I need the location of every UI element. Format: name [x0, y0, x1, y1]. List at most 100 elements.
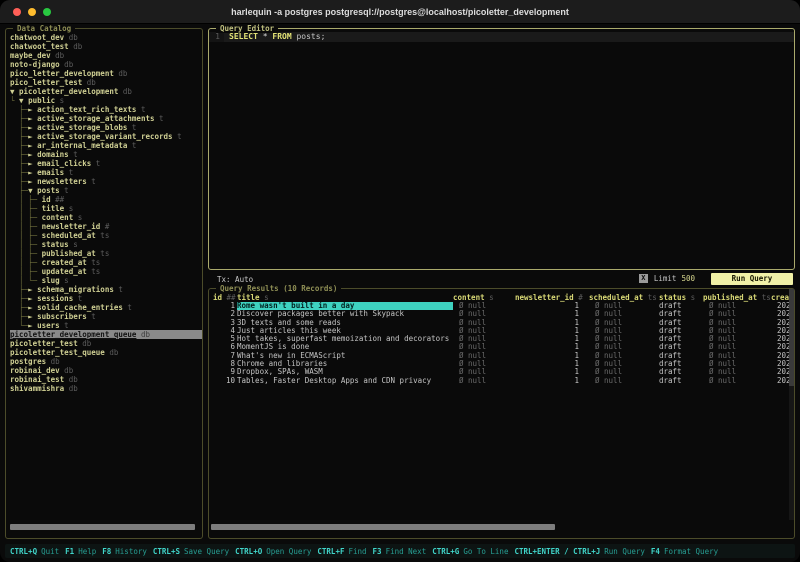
catalog-item-title[interactable]: │ ├─ title s	[10, 204, 202, 213]
catalog-item-pico_letter_development[interactable]: pico_letter_development db	[10, 69, 202, 78]
cell[interactable]: Ø null	[703, 327, 771, 335]
cell[interactable]: Ø null	[453, 368, 515, 376]
cell[interactable]: Ø null	[589, 327, 659, 335]
cell[interactable]: draft	[659, 377, 703, 385]
cell[interactable]: Rome wasn't built in a day	[237, 302, 453, 310]
query-editor-body[interactable]: 1 SELECT * FROM posts;	[209, 29, 794, 42]
cell[interactable]: Hot takes, superfast memoization and dec…	[237, 335, 453, 343]
cell[interactable]: 7	[213, 352, 237, 360]
cell[interactable]: Ø null	[453, 319, 515, 327]
results-vertical-scrollbar[interactable]	[789, 289, 794, 520]
catalog-item-pico_letter_test[interactable]: pico_letter_test db	[10, 78, 202, 87]
shortcut-help[interactable]: F1Help	[65, 547, 96, 556]
catalog-item-created_at[interactable]: │ ├─ created_at ts	[10, 258, 202, 267]
query-editor-panel[interactable]: Query Editor 1 SELECT * FROM posts;	[208, 28, 795, 270]
table-row[interactable]: 8Chrome and librariesØ null1Ø nulldraftØ…	[213, 360, 794, 368]
catalog-item-robinai_dev[interactable]: robinai_dev db	[10, 366, 202, 375]
cell[interactable]: Ø null	[453, 343, 515, 351]
catalog-item-posts[interactable]: ├─▼ posts t	[10, 186, 202, 195]
shortcut-find-next[interactable]: F3Find Next	[373, 547, 427, 556]
cell[interactable]: 1	[515, 377, 589, 385]
table-row[interactable]: 6MomentJS is doneØ null1Ø nulldraftØ nul…	[213, 343, 794, 351]
run-query-button[interactable]: Run Query	[711, 273, 793, 285]
catalog-item-maybe_dev[interactable]: maybe_dev db	[10, 51, 202, 60]
catalog-item-emails[interactable]: ├─► emails t	[10, 168, 202, 177]
cell[interactable]: Discover packages better with Skypack	[237, 310, 453, 318]
catalog-item-picoletter_test_queue[interactable]: picoletter_test_queue db	[10, 348, 202, 357]
results-horizontal-scrollbar[interactable]	[211, 524, 555, 530]
cell[interactable]: draft	[659, 310, 703, 318]
code-line[interactable]: 1 SELECT * FROM posts;	[209, 32, 794, 42]
cell[interactable]: draft	[659, 302, 703, 310]
cell[interactable]: draft	[659, 319, 703, 327]
catalog-item-newsletter_id[interactable]: │ ├─ newsletter_id #	[10, 222, 202, 231]
cell[interactable]: 1	[515, 360, 589, 368]
sql-code[interactable]: SELECT * FROM posts;	[224, 32, 325, 42]
scrollbar-thumb[interactable]	[789, 289, 794, 386]
catalog-item-solid_cache_entries[interactable]: ├─► solid_cache_entries t	[10, 303, 202, 312]
cell[interactable]: 3	[213, 319, 237, 327]
table-row[interactable]: 4Just articles this weekØ null1Ø nulldra…	[213, 327, 794, 335]
cell[interactable]: Ø null	[703, 319, 771, 327]
column-header-newsletter_id[interactable]: newsletter_id #	[515, 293, 589, 302]
cell[interactable]: Tables, Faster Desktop Apps and CDN priv…	[237, 377, 453, 385]
cell[interactable]: Chrome and libraries	[237, 360, 453, 368]
cell[interactable]: Ø null	[589, 368, 659, 376]
transaction-mode-label[interactable]: Tx: Auto	[208, 275, 253, 284]
shortcut-find[interactable]: CTRL+FFind	[317, 547, 366, 556]
cell[interactable]: 1	[515, 327, 589, 335]
catalog-item-robinai_test[interactable]: robinai_test db	[10, 375, 202, 384]
cell[interactable]: 1	[515, 302, 589, 310]
cell[interactable]: draft	[659, 327, 703, 335]
cell[interactable]: 10	[213, 377, 237, 385]
catalog-item-slug[interactable]: │ └─ slug s	[10, 276, 202, 285]
cell[interactable]: draft	[659, 360, 703, 368]
cell[interactable]: Ø null	[453, 352, 515, 360]
cell[interactable]: Just articles this week	[237, 327, 453, 335]
cell[interactable]: Ø null	[453, 327, 515, 335]
table-row[interactable]: 10Tables, Faster Desktop Apps and CDN pr…	[213, 377, 794, 385]
column-header-title[interactable]: title s	[237, 293, 453, 302]
catalog-item-active_storage_variant_records[interactable]: ├─► active_storage_variant_records t	[10, 132, 202, 141]
table-row[interactable]: 7What's new in ECMAScriptØ null1Ø nulldr…	[213, 352, 794, 360]
catalog-item-scheduled_at[interactable]: │ ├─ scheduled_at ts	[10, 231, 202, 240]
cell[interactable]: 6	[213, 343, 237, 351]
shortcut-open-query[interactable]: CTRL+OOpen Query	[235, 547, 311, 556]
cell[interactable]: Ø null	[589, 343, 659, 351]
table-row[interactable]: 1Rome wasn't built in a dayØ null1Ø null…	[213, 302, 794, 310]
cell[interactable]: Ø null	[589, 335, 659, 343]
column-header-content[interactable]: content s	[453, 293, 515, 302]
catalog-item-published_at[interactable]: │ ├─ published_at ts	[10, 249, 202, 258]
cell[interactable]: 5	[213, 335, 237, 343]
catalog-item-action_text_rich_texts[interactable]: ├─► action_text_rich_texts t	[10, 105, 202, 114]
cell[interactable]: Ø null	[703, 360, 771, 368]
catalog-item-shivammishra[interactable]: shivammishra db	[10, 384, 202, 393]
cell[interactable]: 4	[213, 327, 237, 335]
cell[interactable]: Ø null	[453, 377, 515, 385]
cell[interactable]: draft	[659, 352, 703, 360]
cell[interactable]: 9	[213, 368, 237, 376]
column-header-published_at[interactable]: published_at ts	[703, 293, 771, 302]
cell[interactable]: What's new in ECMAScript	[237, 352, 453, 360]
cell[interactable]: 1	[515, 352, 589, 360]
catalog-item-chatwoot_test[interactable]: chatwoot_test db	[10, 42, 202, 51]
catalog-item-postgres[interactable]: postgres db	[10, 357, 202, 366]
table-row[interactable]: 2Discover packages better with SkypackØ …	[213, 310, 794, 318]
catalog-item-public[interactable]: └ ▼ public s	[10, 96, 202, 105]
column-header-status[interactable]: status s	[659, 293, 703, 302]
cell[interactable]: Ø null	[703, 302, 771, 310]
cell[interactable]: Ø null	[589, 377, 659, 385]
minimize-button[interactable]	[28, 8, 36, 16]
cell[interactable]: Ø null	[703, 310, 771, 318]
catalog-item-picoletter_development_queue[interactable]: picoletter_development_queue db	[10, 330, 202, 339]
cell[interactable]: draft	[659, 343, 703, 351]
catalog-item-email_clicks[interactable]: ├─► email_clicks t	[10, 159, 202, 168]
catalog-item-id[interactable]: │ ├─ id ##	[10, 195, 202, 204]
table-row[interactable]: 33D texts and some readsØ null1Ø nulldra…	[213, 319, 794, 327]
cell[interactable]: Ø null	[703, 377, 771, 385]
catalog-item-noto-django[interactable]: noto-django db	[10, 60, 202, 69]
cell[interactable]: 8	[213, 360, 237, 368]
cell[interactable]: Ø null	[589, 302, 659, 310]
cell[interactable]: 3D texts and some reads	[237, 319, 453, 327]
shortcut-quit[interactable]: CTRL+QQuit	[10, 547, 59, 556]
